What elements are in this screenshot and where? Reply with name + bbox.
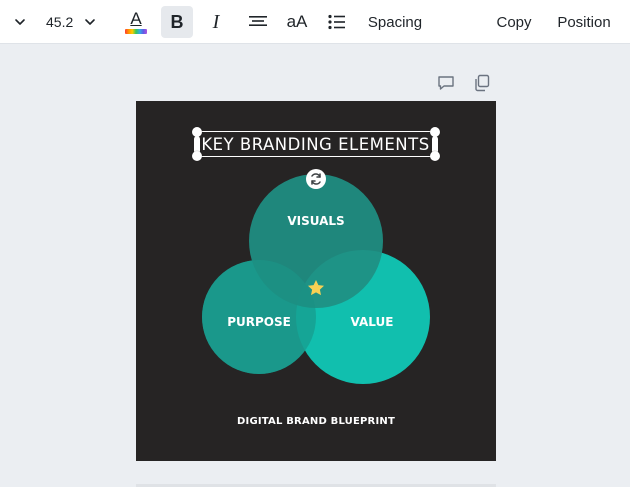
design-page[interactable]: VISUALS PURPOSE VALUE KEY BRANDING ELEME… [136, 101, 496, 461]
rotate-icon [311, 173, 321, 185]
comment-icon[interactable] [437, 74, 455, 92]
font-size-dropdown[interactable]: 45.2 [46, 0, 108, 44]
letter-case-button[interactable]: aA [283, 0, 311, 44]
visuals-label: VISUALS [287, 214, 344, 228]
position-label: Position [557, 13, 611, 31]
text-toolbar: 45.2 A B I aA Spacing Copy Position [0, 0, 630, 44]
text-color-button[interactable]: A [122, 0, 150, 44]
rotate-handle[interactable] [306, 169, 326, 189]
font-family-dropdown[interactable] [10, 0, 30, 44]
align-center-icon [249, 16, 267, 26]
title-textbox[interactable]: KEY BRANDING ELEMENTS [196, 131, 435, 157]
text-color-icon: A [130, 8, 142, 28]
case-icon: aA [286, 12, 308, 31]
copy-label: Copy [496, 13, 532, 31]
list-icon [328, 14, 345, 30]
align-button[interactable] [245, 0, 271, 44]
design-title: KEY BRANDING ELEMENTS [201, 134, 430, 154]
color-swatch-bar [125, 28, 147, 34]
resize-handle-bottom-left[interactable] [192, 151, 202, 161]
design-footer: DIGITAL BRAND BLUEPRINT [237, 416, 395, 427]
list-button[interactable] [326, 0, 348, 44]
copy-button[interactable]: Copy [492, 0, 536, 44]
italic-button[interactable]: I [203, 0, 229, 44]
value-label: VALUE [351, 315, 394, 329]
italic-icon: I [212, 10, 220, 33]
font-size-value: 45.2 [46, 14, 74, 30]
bold-button[interactable]: B [161, 6, 193, 38]
resize-handle-bottom-right[interactable] [430, 151, 440, 161]
purpose-label: PURPOSE [227, 315, 291, 329]
spacing-button[interactable]: Spacing [362, 0, 428, 44]
chevron-down-icon [15, 19, 25, 25]
spacing-label: Spacing [367, 13, 423, 31]
duplicate-icon[interactable] [473, 74, 491, 92]
chevron-down-icon [85, 19, 96, 25]
position-button[interactable]: Position [551, 0, 617, 44]
bold-icon: B [170, 11, 184, 32]
